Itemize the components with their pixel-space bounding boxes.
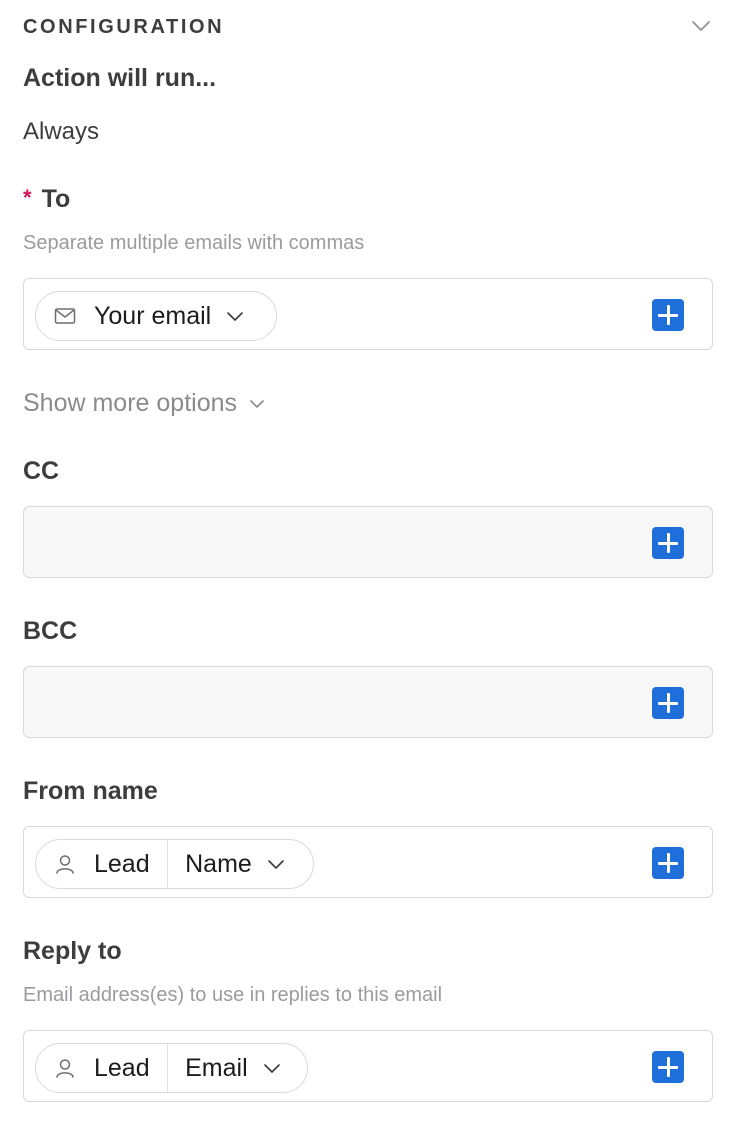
- chevron-down-icon: [262, 1058, 282, 1078]
- person-icon: [54, 853, 76, 875]
- add-reply-to-button[interactable]: [652, 1051, 684, 1083]
- bcc-field-label: BCC: [23, 617, 78, 645]
- chevron-down-icon[interactable]: [689, 14, 713, 38]
- reply-to-field-hint: Email address(es) to use in replies to t…: [23, 984, 443, 1006]
- reply-to-chip-property: Email: [185, 1053, 248, 1082]
- reply-to-chip[interactable]: Lead Email: [35, 1043, 308, 1093]
- chevron-down-icon: [225, 306, 245, 326]
- run-condition-label: Action will run...: [23, 64, 217, 92]
- chevron-down-icon: [237, 396, 265, 412]
- add-from-name-button[interactable]: [652, 847, 684, 879]
- to-label-text: To: [41, 185, 71, 213]
- section-title: CONFIGURATION: [23, 16, 225, 38]
- add-cc-button[interactable]: [652, 527, 684, 559]
- show-more-options-label: Show more options: [23, 389, 238, 417]
- reply-to-field[interactable]: Lead Email: [23, 1030, 713, 1102]
- person-icon: [54, 1057, 76, 1079]
- cc-field[interactable]: [23, 506, 713, 578]
- run-condition-value[interactable]: Always: [23, 118, 99, 146]
- from-name-chip-source: Lead: [94, 849, 150, 878]
- reply-to-chip-source: Lead: [94, 1053, 150, 1082]
- to-field-hint: Separate multiple emails with commas: [23, 232, 365, 254]
- envelope-icon: [54, 307, 76, 325]
- to-field[interactable]: Your email: [23, 278, 713, 350]
- from-name-chip-property: Name: [185, 849, 252, 878]
- add-bcc-button[interactable]: [652, 687, 684, 719]
- cc-field-label: CC: [23, 457, 60, 485]
- to-email-chip[interactable]: Your email: [35, 291, 277, 341]
- bcc-field[interactable]: [23, 666, 713, 738]
- show-more-options-toggle[interactable]: Show more options: [23, 389, 265, 418]
- configuration-header[interactable]: CONFIGURATION: [23, 14, 713, 42]
- chevron-down-icon: [266, 854, 286, 874]
- from-name-chip[interactable]: Lead Name: [35, 839, 314, 889]
- from-name-field-label: From name: [23, 777, 158, 805]
- add-to-recipient-button[interactable]: [652, 299, 684, 331]
- required-marker: *: [23, 185, 32, 210]
- to-chip-label: Your email: [94, 301, 212, 330]
- reply-to-field-label: Reply to: [23, 937, 122, 965]
- from-name-field[interactable]: Lead Name: [23, 826, 713, 898]
- to-field-label: * To: [23, 185, 70, 214]
